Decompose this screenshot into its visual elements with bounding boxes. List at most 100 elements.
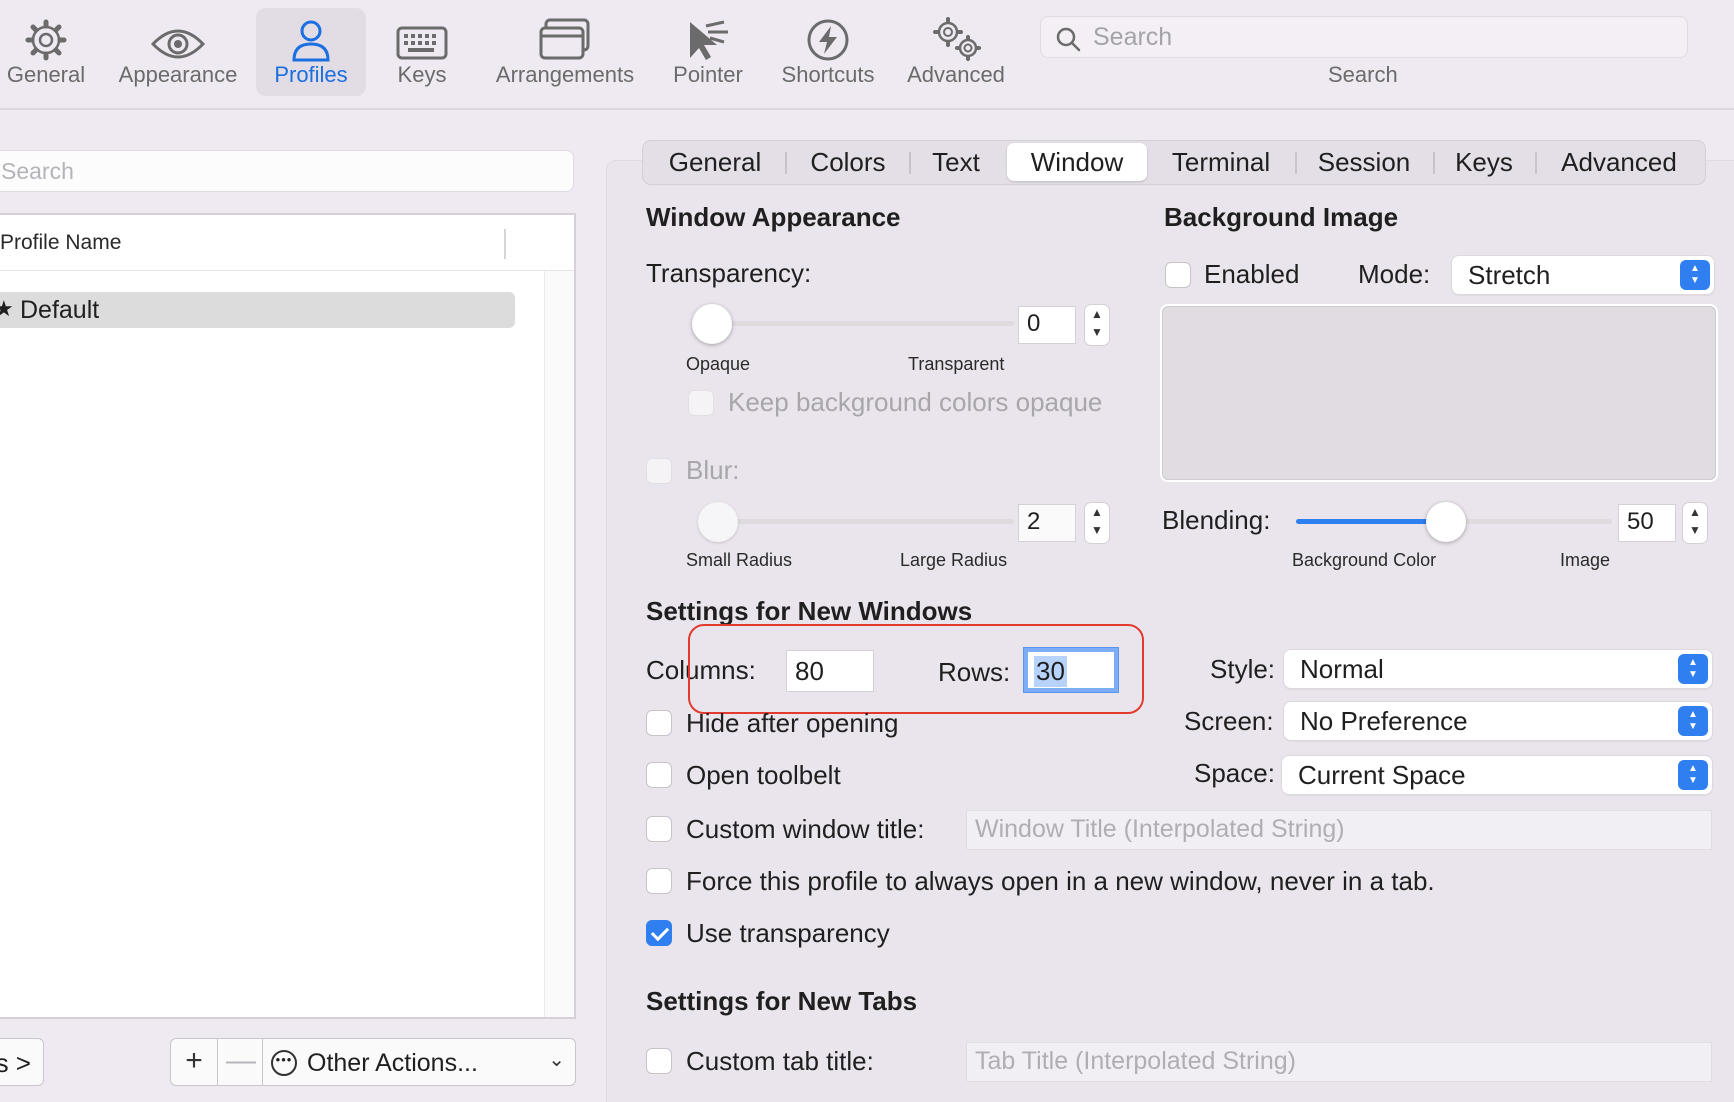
tab-session[interactable]: Session [1299,141,1429,183]
keep-bg-opaque-checkbox[interactable] [688,390,714,416]
profile-search-field[interactable] [0,150,574,192]
profile-list-header[interactable]: Profile Name [0,215,574,271]
space-value: Current Space [1298,760,1466,790]
hide-after-opening-label: Hide after opening [686,708,899,738]
custom-tab-title-label: Custom tab title: [686,1046,874,1076]
tab-terminal[interactable]: Terminal [1151,141,1291,183]
tags-button-label: s > [0,1048,31,1078]
style-value: Normal [1300,654,1384,684]
tab-separator [1295,152,1297,174]
use-transparency-checkbox[interactable] [646,920,672,946]
toolbar-appearance-button[interactable]: Appearance [110,8,246,96]
toolbar-arrangements-label: Arrangements [495,62,635,87]
bg-image-enabled-label: Enabled [1204,259,1300,289]
add-profile-button[interactable]: + [170,1038,218,1086]
open-toolbelt-label: Open toolbelt [686,760,841,790]
new-windows-title: Settings for New Windows [646,596,973,626]
blur-slider-knob[interactable] [698,502,738,542]
custom-tab-title-checkbox[interactable] [646,1048,672,1074]
tab-window[interactable]: Window [1007,143,1147,181]
keyboard-icon [396,26,448,60]
tab-general[interactable]: General [649,141,781,183]
tags-button[interactable]: s > [0,1038,44,1086]
blending-slider-fill [1296,519,1446,524]
toolbar-appearance-label: Appearance [118,62,238,87]
blending-min-label: Background Color [1292,550,1437,570]
mode-popup[interactable]: Stretch ▲ ▼ [1452,256,1714,294]
blur-value-field[interactable]: 2 [1018,504,1076,542]
chevron-down-icon: ⌄ [548,1049,565,1071]
toolbar-pointer-button[interactable]: Pointer [660,8,756,96]
profile-name: Default [20,296,100,324]
toolbar-keys-button[interactable]: Keys [380,8,464,96]
screen-label: Screen: [1184,706,1274,736]
window-title-field[interactable]: Window Title (Interpolated String) [966,810,1712,850]
tab-title-field[interactable]: Tab Title (Interpolated String) [966,1042,1712,1082]
custom-window-title-checkbox[interactable] [646,816,672,842]
tab-text[interactable]: Text [913,141,999,183]
tab-separator [785,152,787,174]
popup-arrows-icon: ▲ ▼ [1678,654,1708,684]
screen-popup[interactable]: No Preference ▲ ▼ [1284,702,1712,740]
profile-row-default[interactable]: ★ Default [0,292,515,328]
blur-checkbox[interactable] [646,458,672,484]
toolbar-profiles-label: Profiles [274,62,348,87]
blending-slider-knob[interactable] [1426,502,1466,542]
hide-after-opening-checkbox[interactable] [646,710,672,736]
transparency-value-field[interactable]: 0 [1018,306,1076,344]
toolbar-general-button[interactable]: General [0,8,92,96]
blending-value-field[interactable]: 50 [1618,504,1676,542]
space-popup[interactable]: Current Space ▲ ▼ [1282,756,1712,794]
force-new-window-checkbox[interactable] [646,868,672,894]
open-toolbelt-checkbox[interactable] [646,762,672,788]
transparency-slider-knob[interactable] [692,304,732,344]
popup-arrows-icon: ▲ ▼ [1678,706,1708,736]
profile-search-input[interactable] [1,156,541,186]
toolbar-search-input[interactable] [1093,21,1663,53]
eye-icon [150,29,206,59]
toolbar-advanced-label: Advanced [907,62,1005,87]
toolbar-advanced-button[interactable]: Advanced [900,8,1012,96]
blending-label: Blending: [1162,505,1271,535]
blur-min-label: Small Radius [686,550,793,570]
lightning-icon [807,19,849,61]
use-transparency-label: Use transparency [686,918,890,948]
custom-window-title-label: Custom window title: [686,814,925,844]
transparency-min-label: Opaque [686,354,751,374]
other-actions-dropdown[interactable]: ••• Other Actions... ⌄ [262,1038,576,1086]
toolbar-shortcuts-button[interactable]: Shortcuts [772,8,884,96]
toolbar-keys-label: Keys [397,62,447,87]
remove-profile-button[interactable]: — [217,1038,265,1086]
style-popup[interactable]: Normal ▲ ▼ [1284,650,1712,688]
toolbar-search-field[interactable] [1040,16,1688,58]
toolbar-general-label: General [6,62,86,87]
toolbar-pointer-label: Pointer [673,62,743,87]
transparency-stepper[interactable]: ▲ ▼ [1084,304,1110,346]
blur-slider-track[interactable] [712,519,1014,524]
bg-image-enabled-checkbox[interactable] [1165,262,1191,288]
tab-colors[interactable]: Colors [789,141,907,183]
new-tabs-title: Settings for New Tabs [646,986,918,1016]
mode-label: Mode: [1358,259,1431,289]
tab-keys[interactable]: Keys [1437,141,1531,183]
tab-advanced[interactable]: Advanced [1539,141,1699,183]
annotation-highlight-box [688,624,1144,714]
profile-list: Profile Name ★ Default [0,213,576,1019]
blur-max-label: Large Radius [900,550,1008,570]
mode-value: Stretch [1468,260,1551,290]
window-appearance-title: Window Appearance [646,202,901,232]
blending-stepper[interactable]: ▲ ▼ [1682,502,1708,544]
blur-stepper[interactable]: ▲ ▼ [1084,502,1110,544]
profile-name-column-header[interactable]: Profile Name [0,231,121,255]
gear-icon [25,19,67,61]
toolbar-arrangements-button[interactable]: Arrangements [486,8,644,96]
toolbar-profiles-button[interactable]: Profiles [256,8,366,96]
profile-list-scrollbar[interactable] [544,271,574,1017]
tab-separator [1433,152,1435,174]
other-actions-label: Other Actions... [307,1049,478,1077]
background-image-well[interactable] [1162,306,1716,480]
style-label: Style: [1210,654,1276,684]
toolbar-search-caption: Search [1328,62,1398,87]
window-arrangement-icon [539,18,590,60]
transparency-slider-track[interactable] [712,321,1014,326]
